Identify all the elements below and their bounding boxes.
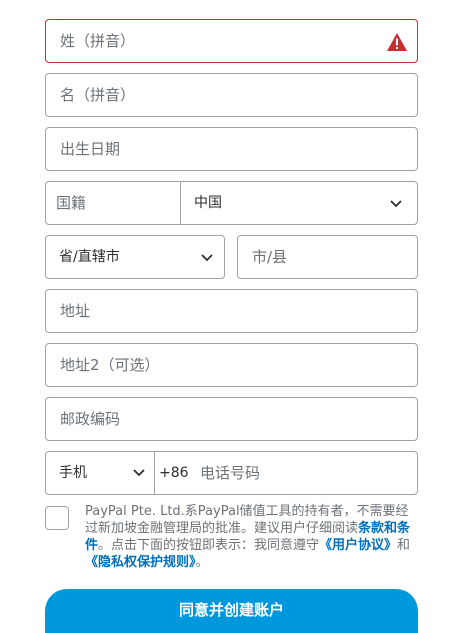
phone-field: 手机 +86 电话号码 bbox=[45, 451, 418, 495]
address-field[interactable]: 地址 bbox=[45, 289, 418, 333]
birth-date-placeholder: 出生日期 bbox=[60, 140, 121, 158]
province-select[interactable]: 省/直辖市 bbox=[45, 235, 225, 279]
phone-divider bbox=[154, 452, 155, 494]
address2-placeholder: 地址2（可选） bbox=[60, 356, 160, 374]
city-placeholder: 市/县 bbox=[252, 248, 288, 266]
chevron-down-icon bbox=[390, 200, 402, 208]
nationality-divider bbox=[180, 182, 181, 224]
legal-text: PayPal Pte. Ltd.系PayPal储值工具的持有者，不需要经过新加坡… bbox=[85, 503, 418, 571]
first-name-placeholder: 名（拼音） bbox=[60, 86, 136, 104]
address2-field[interactable]: 地址2（可选） bbox=[45, 343, 418, 387]
nationality-value: 中国 bbox=[194, 195, 222, 211]
postal-code-placeholder: 邮政编码 bbox=[60, 410, 121, 428]
user-agreement-link[interactable]: 《用户协议》 bbox=[319, 538, 397, 553]
phone-country-code: +86 bbox=[159, 465, 189, 481]
legal-text-part: 和 bbox=[397, 538, 411, 553]
last-name-field[interactable]: 姓（拼音） bbox=[45, 19, 418, 63]
privacy-policy-link[interactable]: 《隐私权保护规则》 bbox=[85, 555, 196, 570]
birth-date-field[interactable]: 出生日期 bbox=[45, 127, 418, 171]
province-value: 省/直辖市 bbox=[59, 249, 120, 265]
legal-text-part: 。 bbox=[195, 555, 209, 570]
phone-type-select[interactable]: 手机 bbox=[46, 452, 154, 494]
phone-type-value: 手机 bbox=[59, 465, 87, 481]
phone-number-input[interactable]: 电话号码 bbox=[200, 464, 260, 483]
agree-checkbox[interactable] bbox=[45, 506, 69, 530]
chevron-down-icon bbox=[133, 469, 145, 477]
agree-create-account-button[interactable]: 同意并创建账户 bbox=[45, 589, 418, 633]
first-name-field[interactable]: 名（拼音） bbox=[45, 73, 418, 117]
last-name-placeholder: 姓（拼音） bbox=[60, 32, 136, 50]
nationality-select[interactable]: 国籍 中国 bbox=[45, 181, 418, 225]
address-placeholder: 地址 bbox=[60, 302, 91, 320]
postal-code-field[interactable]: 邮政编码 bbox=[45, 397, 418, 441]
legal-text-part: 。点击下面的按钮即表示：我同意遵守 bbox=[98, 538, 320, 553]
chevron-down-icon bbox=[201, 254, 213, 262]
city-field[interactable]: 市/县 bbox=[237, 235, 418, 279]
warning-triangle-icon bbox=[387, 33, 407, 51]
nationality-label: 国籍 bbox=[56, 194, 87, 212]
